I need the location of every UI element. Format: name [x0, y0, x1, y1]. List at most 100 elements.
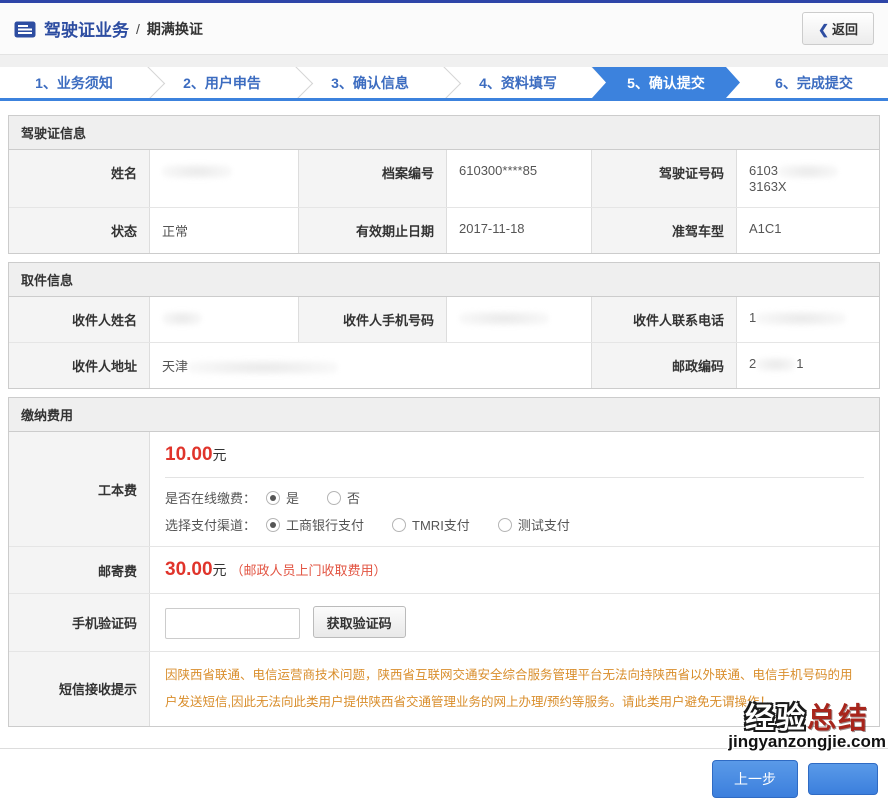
vehicle-class-label: 准驾车型	[592, 208, 737, 254]
mail-fee-amount: 30.00	[165, 559, 213, 581]
expiry-value: 2017-11-18	[447, 208, 592, 254]
sms-code-label: 手机验证码	[9, 594, 150, 651]
channel-icbc-label: 工商银行支付	[286, 518, 365, 534]
recipient-name-value	[150, 297, 299, 343]
header-gap	[0, 55, 888, 67]
table-row: 姓名 档案编号 610300****85 驾驶证号码 61033163X	[9, 150, 879, 209]
sms-tip-label: 短信接收提示	[9, 651, 150, 726]
mail-fee-label: 邮寄费	[9, 547, 150, 594]
mail-fee-body: 30.00元 （邮政人员上门收取费用）	[150, 547, 879, 593]
sms-code-input[interactable]	[165, 607, 300, 639]
sms-code-body: 获取验证码	[150, 594, 879, 651]
channel-test-option[interactable]: 测试支付	[497, 515, 570, 534]
license-section-title: 驾驶证信息	[9, 116, 879, 150]
file-no-value: 610300****85	[447, 150, 592, 208]
recipient-address-label: 收件人地址	[9, 343, 150, 389]
back-button-label: 返回	[831, 22, 858, 37]
license-no-label: 驾驶证号码	[592, 150, 737, 208]
mail-fee-row: 邮寄费 30.00元 （邮政人员上门收取费用）	[9, 547, 879, 595]
table-row: 收件人姓名 收件人手机号码 收件人联系电话 1	[9, 297, 879, 344]
recipient-name-label: 收件人姓名	[9, 297, 150, 343]
license-no-value: 61033163X	[737, 150, 879, 208]
step-wizard: 1、业务须知 2、用户申告 3、确认信息 4、资料填写 5、确认提交 6、完成提…	[0, 67, 888, 101]
redacted-value	[756, 311, 847, 327]
page-title: 驾驶证业务	[44, 21, 129, 40]
breadcrumb-current: 期满换证	[146, 20, 203, 37]
pickup-section-title: 取件信息	[9, 263, 879, 298]
online-pay-no-label: 否	[347, 491, 361, 507]
page-header: 驾驶证业务 / 期满换证 ❮ 返回	[0, 3, 888, 55]
work-fee-amount: 10.00	[165, 444, 213, 466]
channel-icbc-option[interactable]: 工商银行支付	[266, 515, 364, 534]
prev-step-button[interactable]: 上一步	[712, 759, 798, 798]
online-pay-line: 是否在线缴费： 是 否	[165, 488, 864, 507]
vehicle-class-value: A1C1	[737, 208, 879, 254]
payment-section: 缴纳费用 工本费 10.00元 是否在线缴费： 是 否 选择支付渠道： 工商银行…	[8, 397, 880, 727]
payment-section-title: 缴纳费用	[9, 398, 879, 433]
currency-unit: 元	[212, 447, 227, 464]
recipient-tel-value: 1	[737, 297, 879, 343]
online-pay-yes-option[interactable]: 是	[266, 488, 299, 507]
pay-channel-line: 选择支付渠道： 工商银行支付 TMRI支付 测试支付	[165, 515, 864, 534]
list-icon	[14, 21, 36, 38]
online-pay-yes-label: 是	[286, 491, 300, 507]
step-3-confirm-info: 3、确认信息	[296, 67, 444, 98]
back-button[interactable]: ❮ 返回	[802, 12, 874, 45]
work-fee-price: 10.00元	[165, 444, 864, 466]
step-5-confirm-submit: 5、确认提交	[592, 67, 740, 98]
sms-code-row: 手机验证码 获取验证码	[9, 594, 879, 652]
redacted-value	[756, 357, 797, 373]
breadcrumb-separator: /	[136, 20, 140, 37]
back-chevron-icon: ❮	[818, 22, 829, 37]
file-no-label: 档案编号	[299, 150, 447, 208]
channel-tmri-label: TMRI支付	[412, 518, 470, 534]
step-2-declaration: 2、用户申告	[148, 67, 296, 98]
status-label: 状态	[9, 208, 150, 254]
fee-divider	[165, 477, 864, 479]
work-fee-label: 工本费	[9, 432, 150, 547]
recipient-tel-label: 收件人联系电话	[592, 297, 737, 343]
name-label: 姓名	[9, 150, 150, 208]
tel-prefix: 1	[749, 310, 757, 326]
online-pay-no-option[interactable]: 否	[327, 488, 360, 507]
recipient-address-value: 天津	[150, 343, 592, 389]
license-no-prefix: 6103	[749, 163, 778, 178]
zip-prefix: 2	[749, 356, 757, 372]
radio-unchecked-icon[interactable]	[327, 490, 342, 505]
step-6-complete: 6、完成提交	[775, 74, 853, 91]
zip-suffix: 1	[796, 356, 804, 372]
status-value: 正常	[150, 208, 299, 254]
table-row: 状态 正常 有效期止日期 2017-11-18 准驾车型 A1C1	[9, 208, 879, 254]
table-row: 收件人地址 天津 邮政编码 21	[9, 343, 879, 389]
radio-unchecked-icon[interactable]	[392, 517, 407, 532]
zip-code-label: 邮政编码	[592, 343, 737, 389]
address-prefix: 天津	[162, 359, 189, 375]
work-fee-body: 10.00元 是否在线缴费： 是 否 选择支付渠道： 工商银行支付 TMRI支付…	[150, 432, 879, 546]
zip-code-value: 21	[737, 343, 879, 389]
radio-checked-icon[interactable]	[266, 490, 281, 505]
submit-button[interactable]	[808, 762, 878, 795]
step-4-fill-data: 4、资料填写	[444, 67, 592, 98]
expiry-label: 有效期止日期	[299, 208, 447, 254]
recipient-mobile-value	[447, 297, 592, 343]
radio-unchecked-icon[interactable]	[497, 517, 512, 532]
redacted-value	[162, 311, 202, 327]
get-code-button[interactable]: 获取验证码	[312, 606, 406, 639]
redacted-value	[459, 311, 549, 327]
license-info-section: 驾驶证信息 姓名 档案编号 610300****85 驾驶证号码 6103316…	[8, 115, 880, 255]
step-1-notice: 1、业务须知	[0, 67, 148, 98]
redacted-value	[188, 360, 339, 376]
currency-unit: 元	[212, 562, 227, 579]
pay-channel-question: 选择支付渠道：	[165, 518, 257, 534]
online-pay-question: 是否在线缴费：	[165, 491, 257, 507]
name-value	[150, 150, 299, 208]
channel-tmri-option[interactable]: TMRI支付	[392, 515, 470, 534]
radio-checked-icon[interactable]	[266, 517, 281, 532]
recipient-mobile-label: 收件人手机号码	[299, 297, 447, 343]
redacted-value	[777, 164, 838, 180]
sms-tip-row: 短信接收提示 因陕西省联通、电信运营商技术问题，陕西省互联网交通安全综合服务管理…	[9, 651, 879, 726]
work-fee-row: 工本费 10.00元 是否在线缴费： 是 否 选择支付渠道： 工商银行支付 TM…	[9, 432, 879, 548]
sms-tip-text: 因陕西省联通、电信运营商技术问题，陕西省互联网交通安全综合服务管理平台无法向持陕…	[165, 667, 853, 709]
channel-test-label: 测试支付	[517, 518, 570, 534]
license-no-suffix: 3163X	[749, 179, 787, 195]
